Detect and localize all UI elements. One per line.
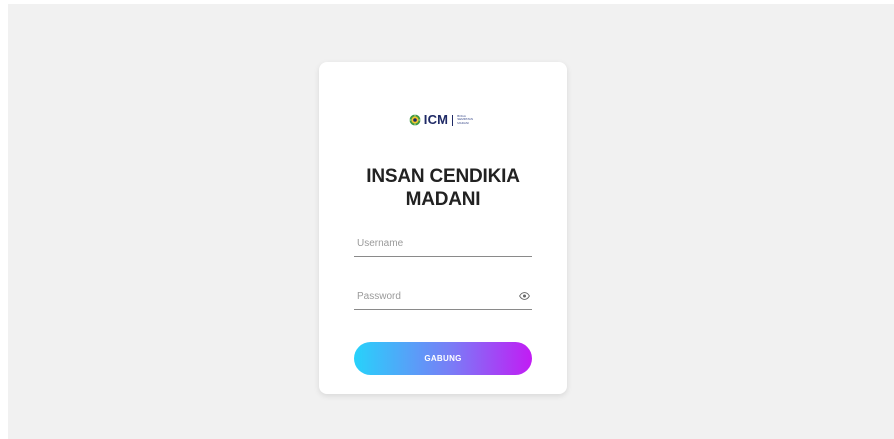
password-input[interactable] [357,289,507,303]
page-background: ICM BOGA SEMPATAN MADANI INSAN CENDIKIA … [8,4,894,439]
login-card: ICM BOGA SEMPATAN MADANI INSAN CENDIKIA … [319,62,567,394]
username-input[interactable] [357,236,507,250]
eye-icon[interactable] [519,292,530,300]
logo-tagline: BOGA SEMPATAN MADANI [457,113,474,125]
username-field [354,232,532,257]
join-button[interactable]: GABUNG [354,342,532,375]
title-line-1: INSAN CENDIKIA [366,166,520,187]
logo-text: ICM [423,112,449,127]
logo: ICM BOGA SEMPATAN MADANI [319,113,567,127]
title-line-2: MADANI [405,189,481,210]
icm-emblem-icon [409,114,421,126]
page-title: INSAN CENDIKIA MADANI [319,165,567,211]
password-field [354,285,532,310]
logo-divider [452,114,454,126]
